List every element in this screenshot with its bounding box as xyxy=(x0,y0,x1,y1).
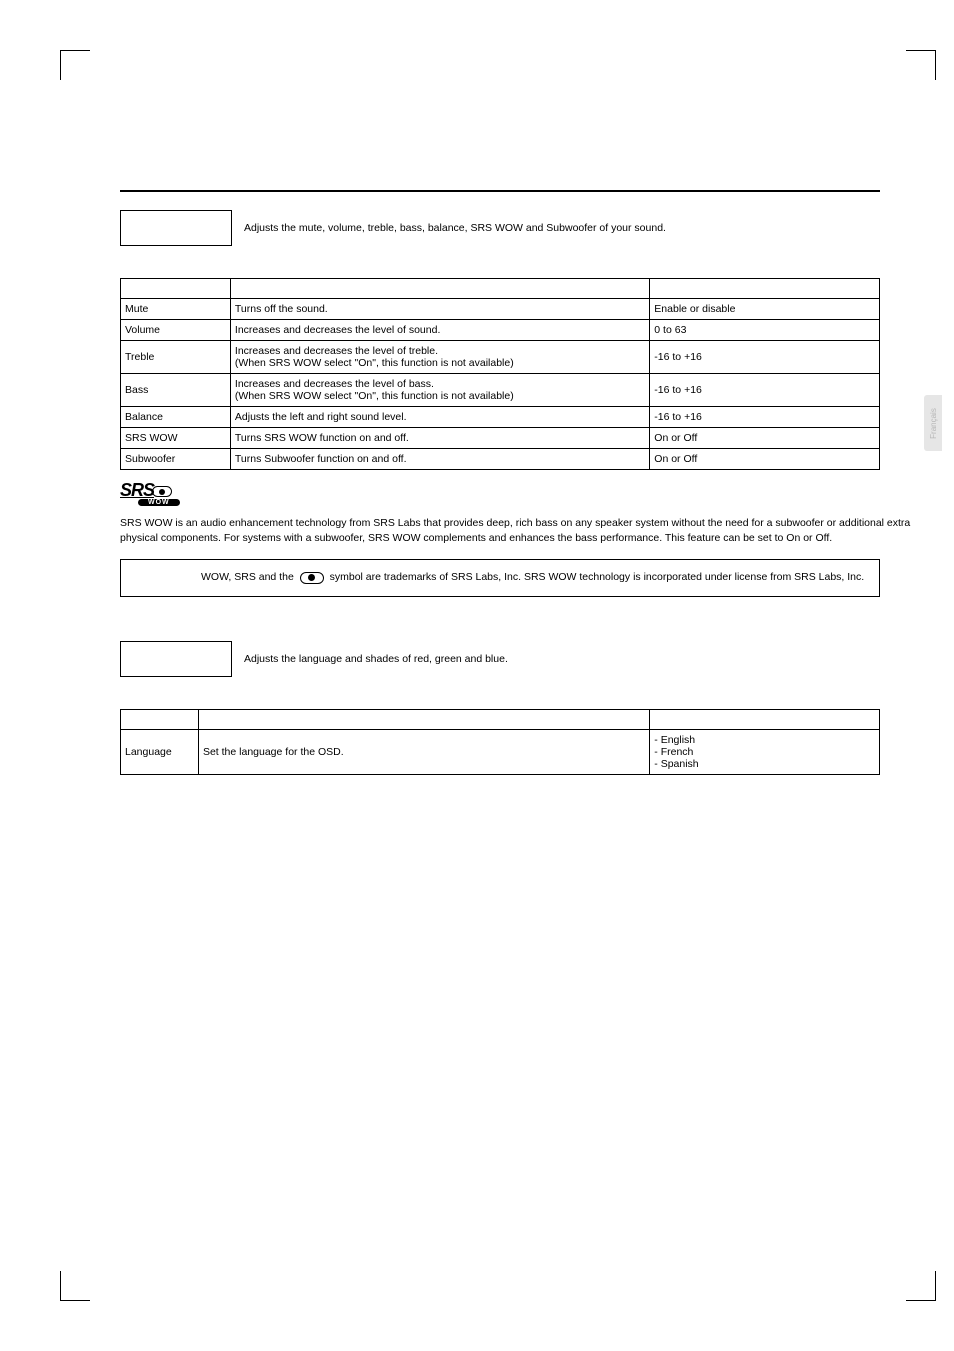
side-tab-label: Français xyxy=(929,408,938,439)
top-horizontal-rule xyxy=(120,190,880,192)
srs-symbol-icon xyxy=(300,572,324,584)
trademark-notice: WOW, SRS and the symbol are trademarks o… xyxy=(120,559,880,597)
function-cell: Turns Subwoofer function on and off. xyxy=(230,449,649,470)
audio-section-description: Adjusts the mute, volume, treble, bass, … xyxy=(231,210,880,246)
srs-wow-logo: SRS WOW xyxy=(120,480,880,506)
value-cell: -16 to +16 xyxy=(650,341,880,374)
page-content: Adjusts the mute, volume, treble, bass, … xyxy=(120,190,880,775)
option-cell: Language xyxy=(121,730,199,775)
option-cell: Balance xyxy=(121,407,231,428)
option-cell: SRS WOW xyxy=(121,428,231,449)
table-row: BassIncreases and decreases the level of… xyxy=(121,374,880,407)
trademark-text-before: WOW, SRS and the xyxy=(201,571,297,583)
srs-description: SRS WOW is an audio enhancement technolo… xyxy=(120,516,915,545)
value-cell: - English - French - Spanish xyxy=(650,730,880,775)
setup-section-description: Adjusts the language and shades of red, … xyxy=(231,641,880,677)
language-side-tab: Français xyxy=(924,395,942,451)
value-cell: Enable or disable xyxy=(650,299,880,320)
option-cell: Subwoofer xyxy=(121,449,231,470)
audio-section-box xyxy=(120,210,232,246)
function-cell: Increases and decreases the level of tre… xyxy=(230,341,649,374)
table-row: SubwooferTurns Subwoofer function on and… xyxy=(121,449,880,470)
table-row: BalanceAdjusts the left and right sound … xyxy=(121,407,880,428)
option-cell: Mute xyxy=(121,299,231,320)
setup-section-box xyxy=(120,641,232,677)
function-cell: Adjusts the left and right sound level. xyxy=(230,407,649,428)
value-cell: On or Off xyxy=(650,449,880,470)
function-cell: Turns off the sound. xyxy=(230,299,649,320)
table-row: TrebleIncreases and decreases the level … xyxy=(121,341,880,374)
srs-logo-text: SRS xyxy=(120,480,154,500)
option-cell: Bass xyxy=(121,374,231,407)
table-header-row xyxy=(121,279,880,299)
function-cell: Increases and decreases the level of sou… xyxy=(230,320,649,341)
audio-section-header: Adjusts the mute, volume, treble, bass, … xyxy=(120,210,880,246)
trademark-text-after: symbol are trademarks of SRS Labs, Inc. … xyxy=(327,571,864,583)
function-cell: Set the language for the OSD. xyxy=(198,730,649,775)
value-cell: 0 to 63 xyxy=(650,320,880,341)
table-row: LanguageSet the language for the OSD.- E… xyxy=(121,730,880,775)
table-row: VolumeIncreases and decreases the level … xyxy=(121,320,880,341)
function-cell: Turns SRS WOW function on and off. xyxy=(230,428,649,449)
audio-settings-table: MuteTurns off the sound.Enable or disabl… xyxy=(120,278,880,470)
table-header-row xyxy=(121,710,880,730)
option-cell: Treble xyxy=(121,341,231,374)
table-row: SRS WOWTurns SRS WOW function on and off… xyxy=(121,428,880,449)
option-cell: Volume xyxy=(121,320,231,341)
table-row: MuteTurns off the sound.Enable or disabl… xyxy=(121,299,880,320)
setup-section-header: Adjusts the language and shades of red, … xyxy=(120,641,880,677)
setup-settings-table: LanguageSet the language for the OSD.- E… xyxy=(120,709,880,775)
value-cell: -16 to +16 xyxy=(650,374,880,407)
function-cell: Increases and decreases the level of bas… xyxy=(230,374,649,407)
value-cell: On or Off xyxy=(650,428,880,449)
srs-eye-icon xyxy=(152,486,172,497)
value-cell: -16 to +16 xyxy=(650,407,880,428)
setup-section: Adjusts the language and shades of red, … xyxy=(120,641,880,775)
srs-wow-badge: WOW xyxy=(138,499,180,506)
